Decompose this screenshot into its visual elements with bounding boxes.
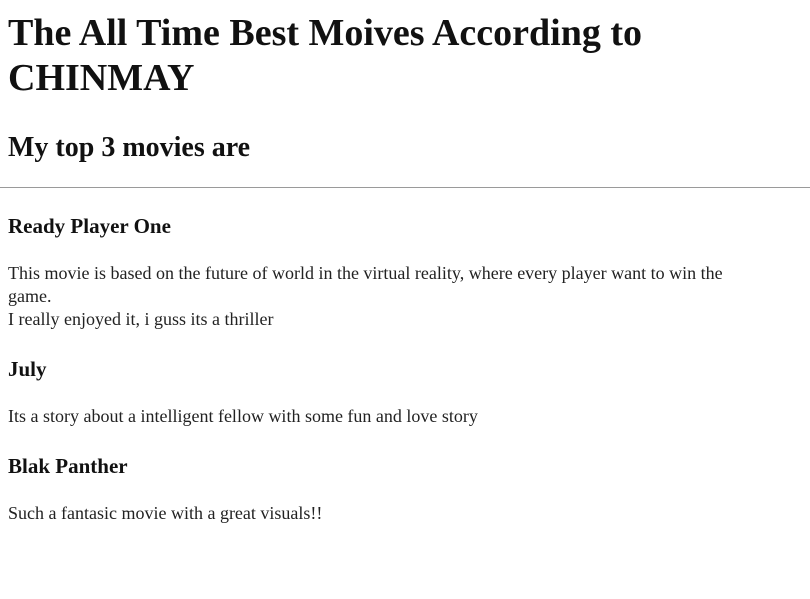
page-title-line-1: The All Time Best Moives According to <box>8 12 643 54</box>
movie-description-line: This movie is based on the future of wor… <box>8 263 723 283</box>
movie-description: This movie is based on the future of wor… <box>8 262 810 331</box>
movie-title: Ready Player One <box>8 214 171 238</box>
movie-description: Its a story about a intelligent fellow w… <box>8 405 810 428</box>
page-content: The All Time Best Moives According to CH… <box>0 0 810 523</box>
page-subtitle: My top 3 movies are <box>8 132 251 163</box>
movie-entry-ready-player-one: Ready Player One This movie is based on … <box>8 214 810 331</box>
movie-title: Blak Panther <box>8 454 128 478</box>
page-title: The All Time Best Moives According to CH… <box>8 11 810 101</box>
movie-entry-blak-panther: Blak Panther Such a fantasic movie with … <box>8 454 810 525</box>
movie-description-line: Such a fantasic movie with a great visua… <box>8 503 323 523</box>
page-title-line-2: CHINMAY <box>8 57 195 99</box>
movie-entry-july: July Its a story about a intelligent fel… <box>8 357 810 428</box>
movie-title: July <box>8 357 47 381</box>
section-divider <box>0 187 810 188</box>
movie-description-line: Its a story about a intelligent fellow w… <box>8 406 478 426</box>
movie-description-line: I really enjoyed it, i guss its a thrill… <box>8 309 274 329</box>
movie-description-line: game. <box>8 286 52 306</box>
movie-description: Such a fantasic movie with a great visua… <box>8 502 810 525</box>
